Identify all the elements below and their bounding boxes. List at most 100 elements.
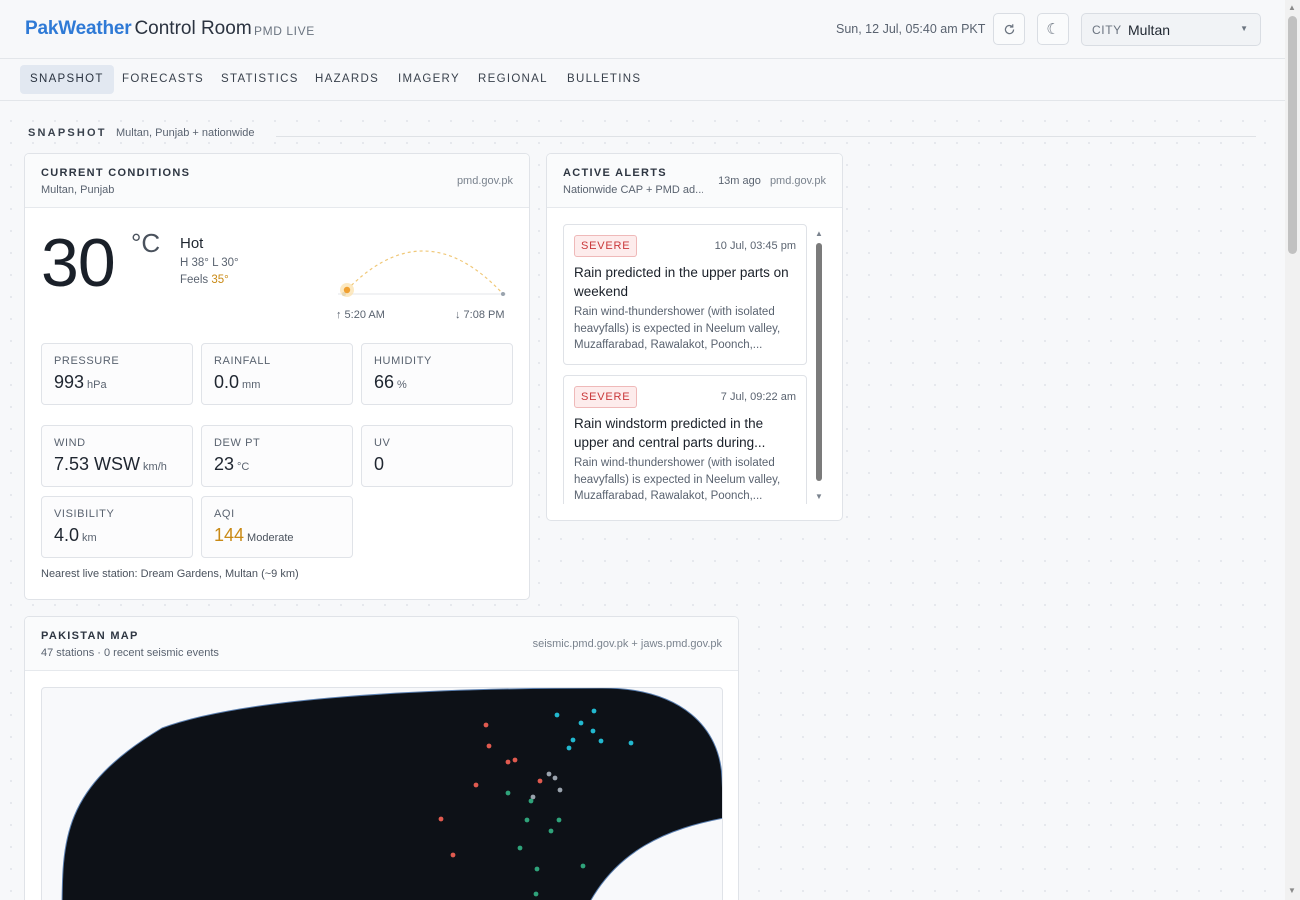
feels-like: Feels 35° [180,274,229,286]
card-location: Multan, Punjab [41,184,115,196]
station-marker [505,790,511,796]
map-landmass [61,688,722,900]
alert-title: Rain predicted in the upper parts on wee… [574,265,789,299]
alert-time: 10 Jul, 03:45 pm [714,240,796,252]
stat-value-row: 993 hPa [54,372,107,393]
alerts-meta: 13m ago pmd.gov.pk [718,175,826,187]
city-select-value: Multan [1128,22,1171,38]
top-bar: PakWeather Control Room PMD LIVE Sun, 12 … [0,0,1285,59]
map-frame[interactable] [41,687,723,900]
card-subtitle: 47 stations · 0 recent seismic events [41,647,219,659]
condition-text: Hot [180,235,204,252]
station-marker [534,866,540,872]
stat-value: 7.53 WSW [54,454,141,474]
alert-item[interactable]: SEVERE 7 Jul, 09:22 am Rain windstorm pr… [563,375,807,504]
scroll-up-icon[interactable]: ▲ [815,229,823,238]
station-marker [552,775,558,781]
alerts-updated: 13m ago [718,175,761,187]
stat-label: PRESSURE [54,355,120,367]
stat-label: DEW PT [214,437,261,449]
scroll-up-icon[interactable]: ▲ [1288,3,1296,12]
refresh-button[interactable] [993,13,1025,45]
stat-pressure: PRESSURE 993 hPa [41,343,193,405]
station-marker [512,757,518,763]
card-source-link[interactable]: pmd.gov.pk [770,175,826,187]
chevron-down-icon: ▼ [1240,24,1248,33]
stat-label: VISIBILITY [54,508,115,520]
tab-bulletins[interactable]: BULLETINS [557,65,651,94]
current-conditions-card: CURRENT CONDITIONS Multan, Punjab pmd.go… [24,153,530,600]
card-source-link[interactable]: pmd.gov.pk [457,175,513,187]
city-select-label: CITY [1092,23,1122,37]
alert-body: Rain wind-thundershower (with isolated h… [574,457,781,503]
stat-value-row: 144 Moderate [214,525,294,546]
card-title: CURRENT CONDITIONS [41,167,191,179]
city-select[interactable]: CITY Multan ▼ [1081,13,1261,46]
stat-value-row: 7.53 WSW km/h [54,454,167,475]
stat-visibility: VISIBILITY 4.0 km [41,496,193,558]
stat-value: 66 [374,372,395,392]
scroll-down-icon[interactable]: ▼ [815,492,823,501]
scrollbar-thumb[interactable] [816,243,822,481]
stat-label: AQI [214,508,235,520]
stat-unit: mm [242,379,261,391]
alerts-list[interactable]: SEVERE 10 Jul, 03:45 pm Rain predicted i… [563,224,808,504]
station-marker [473,782,479,788]
station-marker [537,778,543,784]
page-scrollbar-thumb[interactable] [1288,16,1297,254]
feels-label: Feels [180,274,209,286]
refresh-icon [1004,23,1014,34]
stat-value-row: 23 °C [214,454,249,475]
station-marker [483,722,489,728]
current-datetime: Sun, 12 Jul, 05:40 am PKT [836,22,986,36]
severity-badge: SEVERE [574,386,638,408]
theme-toggle-button[interactable]: ☾ [1037,13,1069,45]
station-marker [450,852,456,858]
tab-statistics[interactable]: STATISTICS [211,65,309,94]
tab-imagery[interactable]: IMAGERY [388,65,470,94]
card-body: 30 °C Hot H 38° L 30° Feels 35° ↑ 5:20 A… [25,208,529,599]
sunrise-time: ↑ 5:20 AM [336,309,385,321]
card-title: PAKISTAN MAP [41,630,139,642]
station-marker [590,728,596,734]
stat-humidity: HUMIDITY 66% [361,343,513,405]
tab-forecasts[interactable]: FORECASTS [112,65,214,94]
stat-unit: km/h [143,461,167,473]
page-scrollbar[interactable]: ▲ ▼ [1285,0,1300,900]
card-source-link[interactable]: seismic.pmd.gov.pk + jaws.pmd.gov.pk [533,638,722,650]
alerts-scrollbar[interactable]: ▲ ▼ [815,229,824,501]
tab-hazards[interactable]: HAZARDS [305,65,389,94]
stat-unit: km [82,532,97,544]
alert-time: 7 Jul, 09:22 am [720,391,796,403]
station-marker [570,737,576,743]
station-note: Nearest live station: Dream Gardens, Mul… [41,568,299,580]
station-marker [524,817,530,823]
pakistan-map[interactable] [42,688,723,900]
station-marker [578,720,584,726]
card-header: PAKISTAN MAP 47 stations · 0 recent seis… [25,617,738,671]
station-marker [598,738,604,744]
tab-regional[interactable]: REGIONAL [468,65,558,94]
stat-value: 0.0 [214,372,240,392]
stat-value: 4.0 [54,525,80,545]
stat-label: UV [374,437,391,449]
stat-value: 0 [374,454,385,474]
alert-title: Rain windstorm predicted in the upper an… [574,416,766,450]
stat-unit: hPa [87,379,107,391]
scroll-down-icon[interactable]: ▼ [1288,886,1296,895]
station-marker [554,712,560,718]
stat-value: 23 [214,454,235,474]
sun-arc-chart [338,250,506,297]
brand-logo[interactable]: PakWeather Control Room [25,18,252,40]
feels-value: 35° [211,274,229,286]
stat-value: 993 [54,372,85,392]
stat-unit: Moderate [247,532,294,544]
alert-item[interactable]: SEVERE 10 Jul, 03:45 pm Rain predicted i… [563,224,807,365]
sunset-time: ↓ 7:08 PM [455,309,505,321]
station-marker [533,891,539,897]
stat-unit: °C [237,461,250,473]
tab-snapshot[interactable]: SNAPSHOT [20,65,114,94]
station-marker [556,817,562,823]
station-marker [548,828,554,834]
stat-aqi: AQI 144 Moderate [201,496,353,558]
